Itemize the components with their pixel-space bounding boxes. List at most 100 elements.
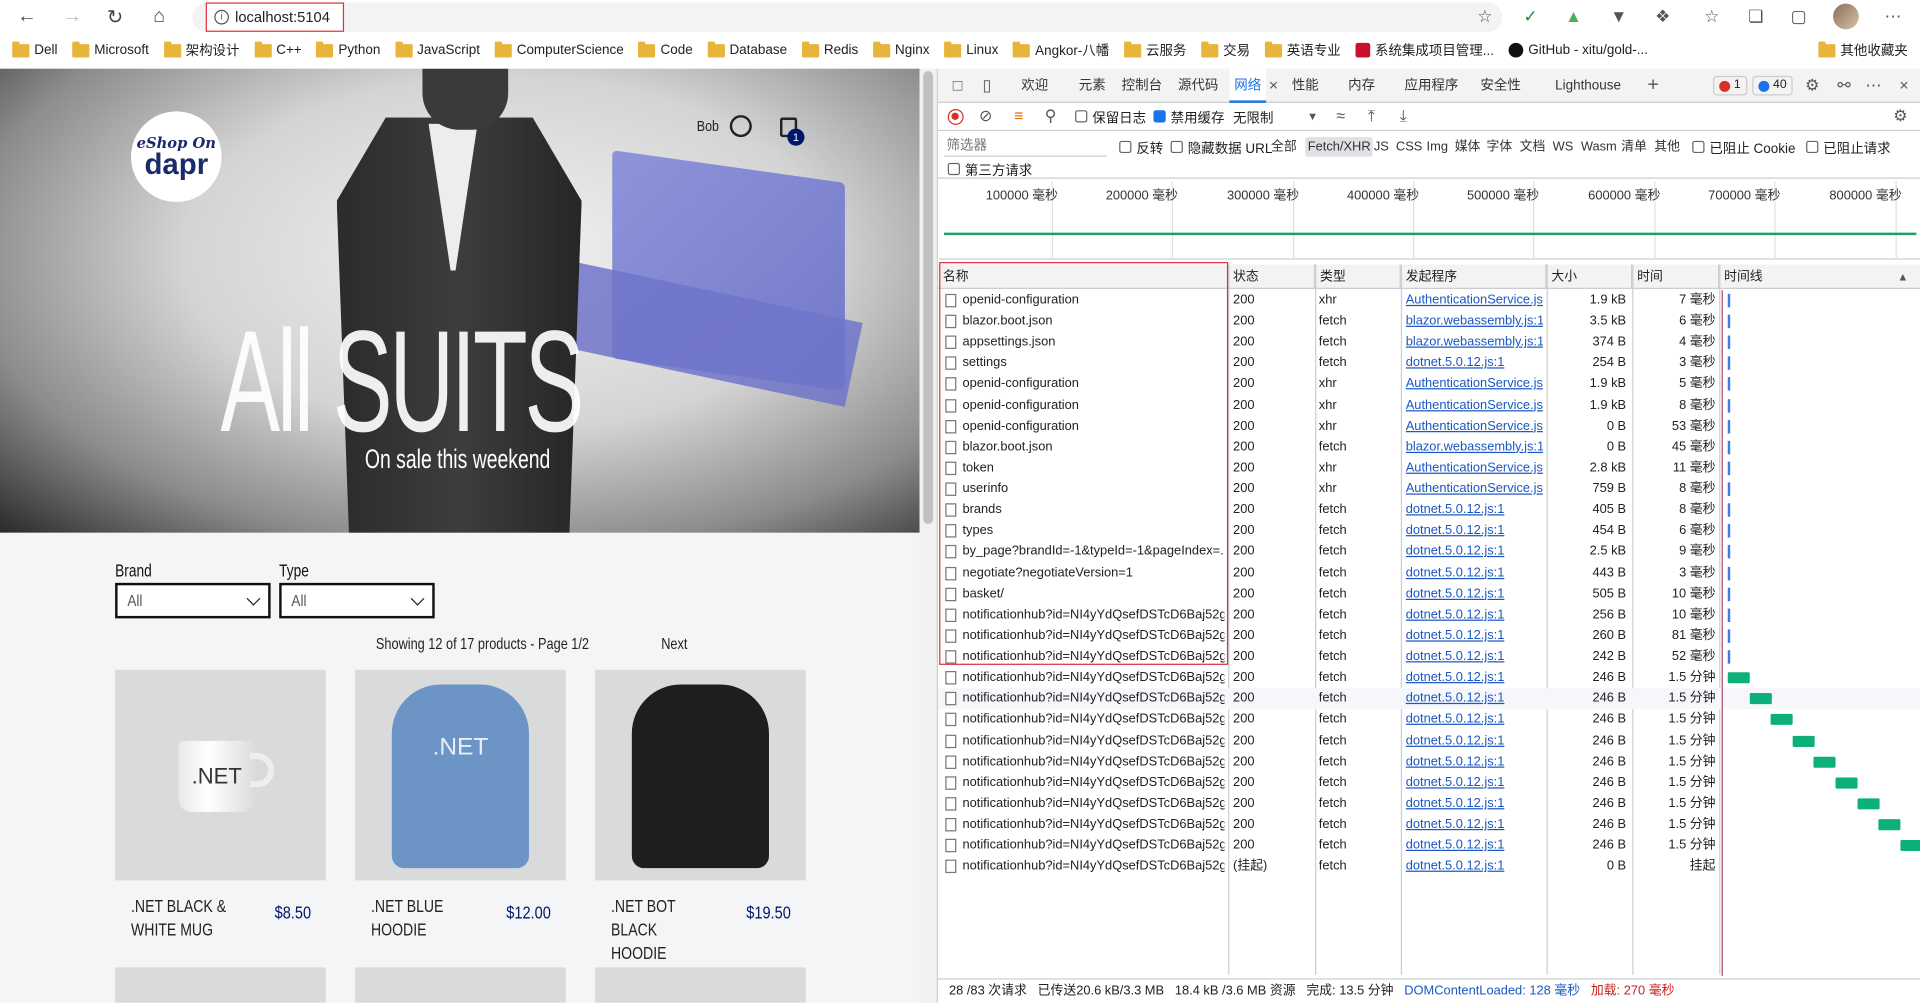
tab-sources[interactable]: 源代码 [1178, 69, 1218, 103]
request-initiator-link[interactable]: dotnet.5.0.12.js:1 [1406, 584, 1543, 605]
request-initiator-link[interactable]: dotnet.5.0.12.js:1 [1406, 521, 1543, 542]
network-conditions-icon[interactable]: ≈ [1331, 107, 1351, 127]
filter-type-js[interactable]: JS [1371, 137, 1391, 157]
third-party-checkbox[interactable] [947, 162, 961, 176]
request-name[interactable]: notificationhub?id=NI4yYdQsefDSTcD6Baj52… [962, 835, 1224, 856]
bookmark-folder[interactable]: ComputerScience [494, 41, 624, 58]
bookmark-folder[interactable]: 架构设计 [163, 40, 239, 60]
request-initiator-link[interactable]: dotnet.5.0.12.js:1 [1406, 500, 1543, 521]
info-icon[interactable]: i [214, 9, 229, 25]
request-initiator-link[interactable]: dotnet.5.0.12.js:1 [1406, 814, 1543, 835]
bookmark-folder[interactable]: Linux [944, 41, 998, 58]
request-row[interactable]: blazor.boot.json 200 fetch blazor.webassemb… [938, 311, 1920, 332]
request-initiator-link[interactable]: AuthenticationService.js:1 [1406, 458, 1543, 479]
reload-icon[interactable]: ↻ [100, 4, 129, 31]
network-overview[interactable]: 100000 毫秒 200000 毫秒 300000 毫秒 400000 毫秒 … [939, 181, 1920, 260]
request-initiator-link[interactable]: blazor.webassembly.js:1 [1406, 311, 1543, 332]
settings-gear-icon[interactable]: ⚙ [1802, 76, 1822, 96]
favorites-icon[interactable]: ☆ [1701, 5, 1723, 27]
request-initiator-link[interactable]: dotnet.5.0.12.js:1 [1406, 751, 1543, 772]
inspect-icon[interactable]: □ [948, 76, 968, 96]
request-row[interactable]: notificationhub?id=NI4yYdQsefDSTcD6Baj52… [938, 751, 1920, 772]
product-image[interactable]: .NET [355, 669, 566, 881]
bookmark-folder[interactable]: Microsoft [72, 41, 149, 58]
request-name[interactable]: userinfo [962, 479, 1224, 500]
request-initiator-link[interactable]: dotnet.5.0.12.js:1 [1406, 542, 1543, 563]
request-row[interactable]: notificationhub?id=NI4yYdQsefDSTcD6Baj52… [938, 793, 1920, 814]
request-row[interactable]: notificationhub?id=NI4yYdQsefDSTcD6Baj52… [938, 856, 1920, 877]
address-bar[interactable]: i localhost:5104 ☆ [192, 2, 1503, 32]
request-name[interactable]: notificationhub?id=NI4yYdQsefDSTcD6Baj52… [962, 856, 1224, 877]
filter-type-wasm[interactable]: Wasm [1578, 137, 1619, 157]
hide-data-urls-checkbox[interactable] [1170, 140, 1183, 154]
bookmark-folder[interactable]: 交易 [1201, 40, 1250, 60]
request-row[interactable]: negotiate?negotiateVersion=1 200 fetch dotn… [938, 563, 1920, 584]
basket-count-badge[interactable]: 1 [787, 128, 805, 146]
column-type[interactable]: 类型 [1315, 264, 1401, 289]
bookmark-folder[interactable]: Dell [12, 41, 57, 58]
request-initiator-link[interactable]: dotnet.5.0.12.js:1 [1406, 709, 1543, 730]
bookmark-folder[interactable]: Python [316, 41, 380, 58]
request-row[interactable]: notificationhub?id=NI4yYdQsefDSTcD6Baj52… [938, 814, 1920, 835]
tab-performance[interactable]: 性能 [1292, 69, 1319, 103]
request-row[interactable]: notificationhub?id=NI4yYdQsefDSTcD6Baj52… [938, 647, 1920, 668]
menu-icon[interactable]: ⋯ [1882, 5, 1904, 27]
request-row[interactable]: notificationhub?id=NI4yYdQsefDSTcD6Baj52… [938, 730, 1920, 751]
next-page-link[interactable]: Next [661, 634, 687, 652]
request-initiator-link[interactable]: dotnet.5.0.12.js:1 [1406, 835, 1543, 856]
request-row[interactable]: by_page?brandId=-1&typeId=-1&pageIndex=.… [938, 542, 1920, 563]
upload-icon[interactable]: ⤒ [1362, 107, 1382, 127]
request-row[interactable]: notificationhub?id=NI4yYdQsefDSTcD6Baj52… [938, 709, 1920, 730]
request-row[interactable]: notificationhub?id=NI4yYdQsefDSTcD6Baj52… [938, 772, 1920, 793]
request-name[interactable]: appsettings.json [962, 332, 1224, 353]
filter-input[interactable]: 筛选器 [944, 136, 1107, 157]
request-row[interactable]: notificationhub?id=NI4yYdQsefDSTcD6Baj52… [938, 626, 1920, 647]
close-devtools-icon[interactable]: × [1894, 76, 1914, 96]
bookmark-folder[interactable]: Database [707, 41, 787, 58]
eshop-logo[interactable]: eShop On dapr [131, 111, 222, 203]
request-initiator-link[interactable]: AuthenticationService.js:1 [1406, 395, 1543, 416]
column-size[interactable]: 大小 [1547, 264, 1633, 289]
forward-icon[interactable]: → [58, 4, 87, 31]
record-icon[interactable] [947, 108, 964, 125]
request-row[interactable]: types 200 fetch dotnet.5.0.12.js:1 454 B 6 毫秒 [938, 521, 1920, 542]
request-row[interactable]: appsettings.json 200 fetch blazor.webassemb… [938, 332, 1920, 353]
request-name[interactable]: types [962, 521, 1224, 542]
tab-elements[interactable]: 元素 [1079, 69, 1106, 103]
filter-type-ws[interactable]: WS [1550, 137, 1576, 157]
network-settings-gear-icon[interactable]: ⚙ [1891, 107, 1911, 127]
request-initiator-link[interactable]: dotnet.5.0.12.js:1 [1406, 668, 1543, 689]
product-card[interactable]: .NET .NET BLUE HOODIE $12.00 [355, 669, 566, 939]
request-name[interactable]: openid-configuration [962, 416, 1224, 437]
filter-type-img[interactable]: Img [1424, 137, 1450, 157]
tab-security[interactable]: 安全性 [1480, 69, 1520, 103]
bookmark-folder[interactable]: Redis [801, 41, 858, 58]
request-initiator-link[interactable]: blazor.webassembly.js:1 [1406, 332, 1543, 353]
filter-type-css[interactable]: CSS [1393, 137, 1424, 157]
filter-type-doc[interactable]: 文档 [1517, 137, 1548, 157]
request-name[interactable]: notificationhub?id=NI4yYdQsefDSTcD6Baj52… [962, 751, 1224, 772]
tab-welcome[interactable]: 欢迎 [1021, 69, 1048, 103]
bookmark-folder[interactable]: JavaScript [395, 41, 480, 58]
user-name[interactable]: Bob [697, 118, 719, 135]
bookmark-folder[interactable]: Nginx [872, 41, 929, 58]
bookmark-folder[interactable]: C++ [254, 41, 302, 58]
extension-icon[interactable]: ▼ [1608, 5, 1630, 27]
request-row[interactable]: settings 200 fetch dotnet.5.0.12.js:1 254 B 3… [938, 353, 1920, 374]
bookmark-folder[interactable]: Angkor-八幡 [1013, 40, 1109, 60]
favorite-star-icon[interactable]: ☆ [1477, 6, 1492, 27]
request-initiator-link[interactable]: dotnet.5.0.12.js:1 [1406, 605, 1543, 626]
request-initiator-link[interactable]: AuthenticationService.js:1 [1406, 416, 1543, 437]
bookmark-other-folder[interactable]: 其他收藏夹 [1818, 37, 1908, 64]
request-name[interactable]: notificationhub?id=NI4yYdQsefDSTcD6Baj52… [962, 709, 1224, 730]
product-card[interactable]: .NET BOT BLACK HOODIE $19.50 [595, 669, 806, 962]
request-name[interactable]: notificationhub?id=NI4yYdQsefDSTcD6Baj52… [962, 814, 1224, 835]
blocked-cookies-checkbox[interactable] [1692, 140, 1705, 154]
product-card[interactable]: .NET .NET BLACK & WHITE MUG $8.50 [115, 669, 326, 939]
request-initiator-link[interactable]: dotnet.5.0.12.js:1 [1406, 563, 1543, 584]
download-icon[interactable]: ⤓ [1393, 107, 1413, 127]
add-tab-icon[interactable]: + [1643, 75, 1663, 96]
avatar[interactable] [1833, 3, 1859, 30]
sort-up-icon[interactable]: ▲ [1893, 267, 1913, 287]
request-row[interactable]: basket/200 fetch dotnet.5.0.12.js:1 505 B 10… [938, 584, 1920, 605]
